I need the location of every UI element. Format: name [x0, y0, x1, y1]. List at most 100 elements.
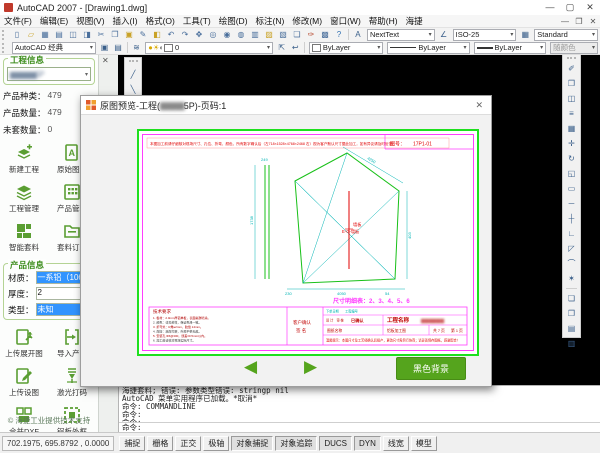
toggle-对象捕捉[interactable]: 对象捕捉 [231, 436, 273, 451]
match-properties-icon[interactable]: ✎ [136, 28, 149, 41]
toggle-栅格[interactable]: 栅格 [147, 436, 173, 451]
tool-palettes-icon[interactable]: ▧ [276, 28, 289, 41]
workspace-combo[interactable]: AutoCAD 经典▾ [12, 42, 96, 54]
black-background-button[interactable]: 黑色背景 [396, 357, 466, 380]
draworder-under-icon[interactable]: ▥ [565, 337, 578, 350]
sidebar-button-上传展开图[interactable]: 上传展开图 [0, 324, 48, 363]
toggle-正交[interactable]: 正交 [175, 436, 201, 451]
markup-icon[interactable]: ✑ [304, 28, 317, 41]
trim-icon[interactable]: ─ [565, 197, 578, 210]
paste-icon[interactable]: ▣ [122, 28, 135, 41]
designcenter-icon[interactable]: ▨ [262, 28, 275, 41]
minimize-button[interactable]: — [540, 0, 560, 15]
stretch-icon[interactable]: ▭ [565, 182, 578, 195]
workspace-settings-icon[interactable]: ▣ [98, 41, 110, 54]
toolbar-grip[interactable] [2, 30, 8, 40]
toolbar-grip[interactable] [2, 43, 8, 53]
draworder-front-icon[interactable]: ❏ [565, 292, 578, 305]
toggle-极轴[interactable]: 极轴 [203, 436, 229, 451]
command-history[interactable]: 海捷套料; 错误: 参数类型错误: stringp nilAutoCAD 菜单实… [119, 386, 600, 422]
block-editor-icon[interactable]: ◧ [150, 28, 163, 41]
explode-icon[interactable]: ✶ [565, 272, 578, 285]
properties-icon[interactable]: ▥ [248, 28, 261, 41]
help-icon[interactable]: ? [332, 28, 345, 41]
maximize-button[interactable]: ▢ [560, 0, 580, 15]
fillet-icon[interactable]: ⌒ [565, 257, 578, 270]
menu-item-E[interactable]: 编辑(E) [36, 15, 72, 27]
menu-item-O[interactable]: 格式(O) [142, 15, 179, 27]
zoom-previous-icon[interactable]: ◍ [234, 28, 247, 41]
menu-item-N[interactable]: 标注(N) [252, 15, 289, 27]
plot-preview-icon[interactable]: ◫ [66, 28, 79, 41]
dialog-title-bar[interactable]: 原图预览-工程(▆▆▆▆5P)-页码:1 ✕ [81, 96, 491, 115]
menu-item-V[interactable]: 视图(V) [72, 15, 108, 27]
sidebar-button-工程管理[interactable]: 工程管理 [0, 179, 48, 218]
toggle-线宽[interactable]: 线宽 [383, 436, 409, 451]
pan-icon[interactable]: ✥ [192, 28, 205, 41]
layer-properties-icon[interactable]: ≋ [130, 41, 142, 54]
child-restore-button[interactable]: ❐ [572, 17, 586, 26]
toggle-DUCS[interactable]: DUCS [319, 436, 352, 451]
sidebar-button-智能套料[interactable]: 智能套料 [0, 218, 48, 257]
undo-icon[interactable]: ↶ [164, 28, 177, 41]
plot-icon[interactable]: ▤ [52, 28, 65, 41]
make-layer-current-icon[interactable]: ⇱ [276, 41, 288, 54]
menu-item-I[interactable]: 插入(I) [109, 15, 142, 27]
toggle-DYN[interactable]: DYN [354, 436, 381, 451]
save-file-icon[interactable]: ▦ [38, 28, 51, 41]
zoom-realtime-icon[interactable]: ◎ [206, 28, 219, 41]
next-page-button[interactable]: ▶ [304, 358, 317, 375]
rotate-icon[interactable]: ↻ [565, 152, 578, 165]
new-file-icon[interactable]: ▯ [10, 28, 23, 41]
toggle-模型[interactable]: 模型 [411, 436, 437, 451]
sidebar-button-新建工程[interactable]: 新建工程 [0, 140, 48, 179]
erase-icon[interactable]: ✐ [565, 62, 578, 75]
layer-freeze-icon[interactable]: ☀ [153, 43, 160, 52]
sheet-set-manager-icon[interactable]: ❏ [290, 28, 303, 41]
open-file-icon[interactable]: ▱ [24, 28, 37, 41]
sidebar-button-上传设图[interactable]: 上传设图 [0, 363, 48, 402]
extend-icon[interactable]: ┼ [565, 212, 578, 225]
child-minimize-button[interactable]: — [558, 17, 572, 26]
menu-item-T[interactable]: 工具(T) [179, 15, 215, 27]
redo-icon[interactable]: ↷ [178, 28, 191, 41]
cut-icon[interactable]: ✂ [94, 28, 107, 41]
mirror-icon[interactable]: ◫ [565, 92, 578, 105]
prev-page-button[interactable]: ◀ [244, 358, 257, 375]
menu-item-M[interactable]: 修改(M) [288, 15, 326, 27]
layer-combo[interactable]: ● ☀ ◐ 0▾ [145, 42, 273, 54]
menu-item-F[interactable]: 文件(F) [0, 15, 36, 27]
layer-color-swatch[interactable] [164, 44, 173, 52]
child-close-button[interactable]: ✕ [586, 17, 600, 26]
draworder-above-icon[interactable]: ▤ [565, 322, 578, 335]
scale-icon[interactable]: ◱ [565, 167, 578, 180]
color-combo[interactable]: ByLayer▾ [309, 42, 384, 54]
dialog-close-icon[interactable]: ✕ [472, 100, 486, 111]
draworder-back-icon[interactable]: ❐ [565, 307, 578, 320]
text-style-combo[interactable]: NextText▾ [367, 29, 435, 41]
panel-close-icon[interactable]: ✕ [102, 56, 109, 65]
toggle-对象追踪[interactable]: 对象追踪 [275, 436, 317, 451]
offset-icon[interactable]: ≡ [565, 107, 578, 120]
zoom-window-icon[interactable]: ◉ [220, 28, 233, 41]
menu-item-D[interactable]: 绘图(D) [215, 15, 252, 27]
chamfer-icon[interactable]: ◸ [565, 242, 578, 255]
break-icon[interactable]: ∟ [565, 227, 578, 240]
copy-icon[interactable]: ❐ [108, 28, 121, 41]
array-icon[interactable]: ▦ [565, 122, 578, 135]
layer-previous-icon[interactable]: ↩ [289, 41, 301, 54]
publish-icon[interactable]: ◨ [80, 28, 93, 41]
line-icon[interactable]: ╱ [127, 68, 140, 81]
lineweight-combo[interactable]: ByLayer▾ [474, 42, 547, 54]
close-button[interactable]: ✕ [580, 0, 600, 15]
project-selector[interactable]: ▆▆▆▆▆5P ▾ [7, 67, 91, 81]
menu-item-[interactable]: 海捷 [402, 15, 427, 27]
menu-item-H[interactable]: 帮助(H) [365, 15, 402, 27]
copy-icon[interactable]: ❐ [565, 77, 578, 90]
workspace-save-icon[interactable]: ▤ [112, 41, 124, 54]
move-icon[interactable]: ✛ [565, 137, 578, 150]
menu-item-W[interactable]: 窗口(W) [326, 15, 365, 27]
quick-calc-icon[interactable]: ▩ [318, 28, 331, 41]
dim-style-combo[interactable]: ISO-25▾ [453, 29, 517, 41]
table-style-combo[interactable]: Standard▾ [534, 29, 598, 41]
